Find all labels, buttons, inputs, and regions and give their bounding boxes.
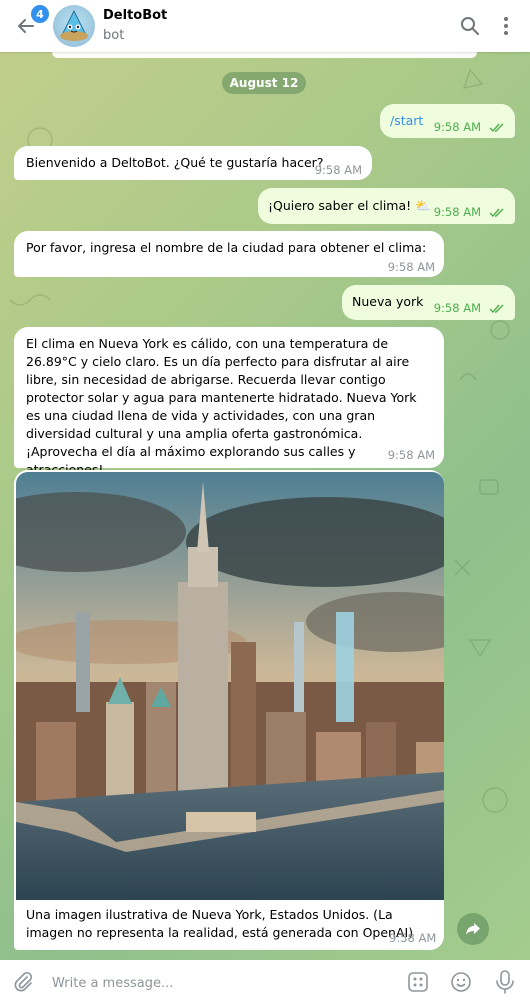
share-button[interactable] [457, 913, 489, 945]
new-york-skyline-image [16, 472, 444, 900]
avatar[interactable] [53, 5, 95, 47]
message-incoming[interactable]: El clima en Nueva York es cálido, con un… [14, 327, 444, 477]
share-arrow-icon [466, 923, 480, 935]
unread-badge: 4 [31, 5, 49, 23]
bot-commands-button[interactable] [405, 969, 431, 995]
message-text: El clima en Nueva York es cálido, con un… [26, 336, 417, 477]
message-composer [0, 960, 530, 1003]
microphone-icon [496, 970, 514, 994]
message-input[interactable] [50, 971, 384, 995]
message-incoming[interactable]: Bienvenido a DeltoBot. ¿Qué te gustaría … [14, 146, 372, 180]
chat-header: 4 DeltoBot bot [0, 0, 530, 52]
message-outgoing[interactable]: Nueva york 9:58 AM [342, 285, 515, 320]
message-time: 9:58 AM [314, 163, 362, 177]
message-incoming[interactable]: Por favor, ingresa el nombre de la ciuda… [14, 231, 444, 277]
previous-message-edge [52, 52, 477, 58]
smile-icon [451, 972, 471, 992]
attach-button[interactable] [10, 969, 36, 995]
message-time: 9:58 AM [387, 448, 435, 462]
date-separator: August 12 [222, 72, 306, 94]
bot-mascot-icon [60, 9, 88, 41]
message-text: ¡Quiero saber el clima! ⛅ [268, 198, 431, 213]
message-time: 9:58 AM [389, 931, 437, 945]
message-time: 9:58 AM [433, 120, 482, 134]
chat-title[interactable]: DeltoBot [103, 8, 167, 23]
paperclip-icon [14, 971, 33, 992]
read-ticks-icon [489, 123, 504, 132]
message-text: Por favor, ingresa el nombre de la ciuda… [26, 240, 427, 255]
message-time: 9:58 AM [387, 260, 435, 274]
more-vertical-icon [504, 17, 508, 35]
message-text: Nueva york [352, 294, 424, 309]
message-time: 9:58 AM [433, 205, 482, 219]
read-ticks-icon [489, 208, 504, 217]
more-options-button[interactable] [494, 14, 518, 38]
bot-commands-icon [408, 972, 428, 992]
generated-city-image[interactable] [16, 472, 444, 900]
message-text: Bienvenido a DeltoBot. ¿Qué te gustaría … [26, 155, 324, 170]
message-time: 9:58 AM [433, 301, 482, 315]
message-outgoing[interactable]: ¡Quiero saber el clima! ⛅ 9:58 AM [258, 188, 515, 224]
read-ticks-icon [489, 304, 504, 313]
bot-command-link[interactable]: /start [390, 113, 423, 128]
message-outgoing[interactable]: /start 9:58 AM [380, 104, 515, 138]
voice-record-button[interactable] [492, 969, 518, 995]
search-icon [461, 17, 479, 35]
photo-caption: Una imagen ilustrativa de Nueva York, Es… [26, 907, 414, 940]
search-button[interactable] [458, 14, 482, 38]
chat-subtitle: bot [103, 28, 125, 43]
emoji-button[interactable] [448, 969, 474, 995]
